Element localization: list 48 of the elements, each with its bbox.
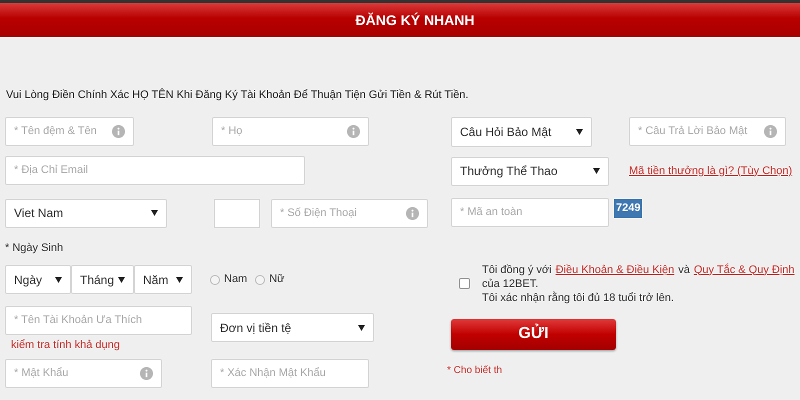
input-field[interactable]: * Họ (212, 116, 369, 146)
availability-link[interactable]: kiểm tra tính khả dụng (11, 337, 120, 354)
input-field[interactable]: * Số Điện Thoại (271, 198, 428, 228)
input-field[interactable]: * Tên đệm & Tên (5, 116, 134, 146)
page-title: ĐĂNG KÝ NHANH (356, 10, 474, 30)
input-field[interactable]: * Mật Khẩu (5, 358, 162, 388)
radio-button[interactable] (210, 274, 220, 284)
dropdown[interactable]: Viet Nam (5, 198, 167, 228)
info-icon (140, 366, 153, 380)
dropdown[interactable]: Đơn vị tiền tệ (211, 313, 374, 342)
info-icon (406, 206, 419, 220)
dropdown[interactable]: Thưởng Thể Thao (451, 156, 609, 186)
caret-icon (118, 276, 125, 282)
dropdown[interactable]: Năm (134, 265, 192, 294)
dropdown[interactable]: Tháng (71, 265, 134, 294)
input-field[interactable] (214, 198, 260, 228)
submit-button[interactable]: GỬI (451, 318, 616, 350)
info-icon (764, 124, 777, 138)
agree-text: của 12BET. (482, 276, 538, 290)
caret-icon (55, 276, 62, 282)
caret-icon (176, 276, 183, 282)
bonus-code-link[interactable]: Mã tiền thưởng là gì? (Tùy Chọn) (629, 162, 792, 180)
agree-text: và (678, 262, 690, 276)
dropdown[interactable]: Câu Hỏi Bảo Mật (451, 116, 592, 146)
gender-label: Nữ (269, 272, 285, 288)
input-field[interactable]: * Tên Tài Khoản Ưa Thích (5, 306, 192, 335)
rules-link[interactable]: Quy Tắc & Quy Định (694, 262, 795, 276)
radio-button[interactable] (255, 274, 266, 284)
input-field[interactable]: * Câu Trả Lời Bảo Mật (629, 116, 786, 146)
agree-checkbox[interactable] (459, 278, 470, 289)
agree-text: Tôi đồng ý với (482, 262, 552, 276)
info-icon (112, 124, 125, 138)
captcha-image: 7249 (614, 198, 642, 218)
input-field[interactable]: * Mã an toàn (451, 198, 609, 226)
caret-icon (576, 128, 583, 134)
info-icon (347, 124, 360, 138)
input-field[interactable]: * Xác Nhận Mật Khẩu (211, 358, 369, 388)
age-confirmation-text: Tôi xác nhận rằng tôi đủ 18 tuổi trở lên. (482, 290, 674, 304)
caret-icon (358, 324, 365, 330)
note-text: * Cho biết th (447, 364, 502, 378)
caret-icon (151, 210, 158, 216)
intro-text: Vui Lòng Điền Chính Xác HỌ TÊN Khi Đăng Ký Tài Khoản Để Thuận Tiện Gửi Tiền & Rút Tiền. (6, 87, 468, 103)
birth-date-label: * Ngày Sinh (5, 240, 64, 256)
terms-link[interactable]: Điều Khoản & Điều Kiện (556, 262, 674, 276)
dropdown[interactable]: Ngày (5, 265, 71, 294)
input-field[interactable]: * Địa Chỉ Email (5, 156, 305, 184)
gender-label: Nam (224, 272, 248, 288)
caret-icon (593, 168, 600, 174)
